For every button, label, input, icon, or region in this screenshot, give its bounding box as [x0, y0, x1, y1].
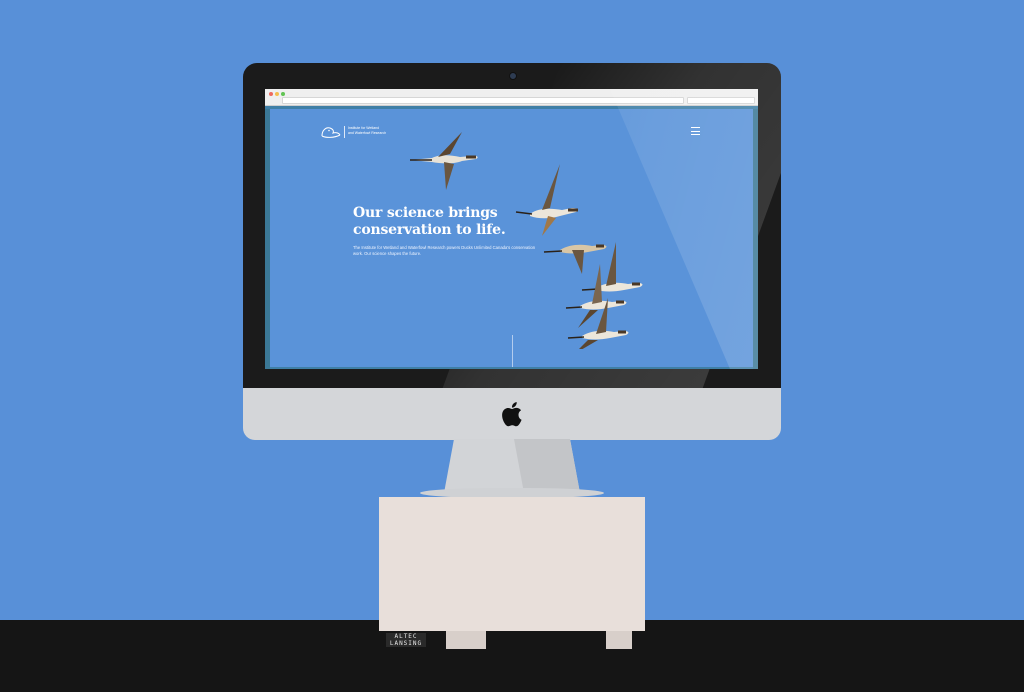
imac-stand	[444, 439, 580, 493]
screen: Institute for Wetland and Waterfowl Rese…	[265, 89, 758, 369]
hero-headline-line2: conservation to life.	[353, 222, 506, 238]
minimize-window-button[interactable]	[275, 92, 279, 96]
duck-5	[565, 264, 627, 328]
imac-chin	[243, 388, 781, 440]
logo-divider	[344, 126, 345, 138]
close-window-button[interactable]	[269, 92, 273, 96]
maximize-window-button[interactable]	[281, 92, 285, 96]
speaker-brand-line1: ALTEC	[394, 633, 418, 640]
speaker-brand-line2: LANSING	[389, 640, 423, 647]
hero-headline: Our science brings conservation to life.	[353, 205, 543, 239]
speaker-foot	[446, 631, 486, 649]
camera	[509, 72, 517, 80]
hamburger-menu-icon[interactable]	[691, 127, 700, 135]
page-edge	[753, 109, 758, 369]
speaker-foot	[606, 631, 632, 649]
address-bar[interactable]	[282, 97, 684, 104]
hero-description: The Institute for Wetland and Waterfowl …	[353, 245, 536, 256]
scroll-indicator	[512, 335, 513, 367]
website-page: Institute for Wetland and Waterfowl Rese…	[270, 109, 753, 367]
browser-search-field[interactable]	[687, 97, 755, 104]
logo-text-line2: and Waterfowl Research	[348, 130, 387, 135]
duck-1	[410, 132, 478, 190]
speaker-brand-label: ALTEC LANSING	[386, 633, 426, 647]
hero-headline-line1: Our science brings	[353, 205, 498, 221]
browser-toolbar	[265, 89, 758, 106]
duck-logo-icon[interactable]	[320, 124, 342, 140]
apple-logo-icon	[502, 402, 522, 427]
speaker-box	[379, 497, 645, 631]
duck-3	[543, 244, 607, 274]
logo-text[interactable]: Institute for Wetland and Waterfowl Rese…	[348, 126, 408, 135]
